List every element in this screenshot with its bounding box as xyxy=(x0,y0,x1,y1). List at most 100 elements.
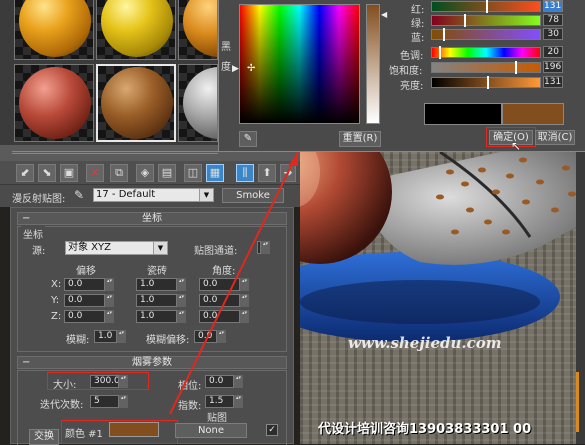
map-parameters-panel: − 坐标 坐标 源: 对象 XYZ ▼ 贴图通道: 1 偏移 瓷砖 角度: X:… xyxy=(10,207,294,445)
map-label: 漫反射贴图: xyxy=(12,194,66,205)
go-forward-to-sibling-icon[interactable]: ➜ xyxy=(280,164,296,182)
color1-swatch[interactable] xyxy=(109,422,159,437)
reset-button[interactable]: 重置(R) xyxy=(339,131,381,147)
tiling-z-spinner[interactable]: 1.0 xyxy=(136,310,186,323)
material-id-icon[interactable]: ◫ xyxy=(184,164,202,182)
channel-value-label: 亮度: xyxy=(400,81,424,92)
blackness-bar[interactable] xyxy=(366,4,380,124)
blur-spinner[interactable]: 1.0 xyxy=(94,330,126,343)
blur-offset-spinner[interactable]: 0.0 xyxy=(194,330,226,343)
hue-slider[interactable] xyxy=(431,47,541,58)
map-channel-label: 贴图通道: xyxy=(194,246,238,257)
coordinates-group: 坐标 源: 对象 XYZ ▼ 贴图通道: 1 偏移 瓷砖 角度: X: Y: Z… xyxy=(17,226,287,352)
sample-sphere xyxy=(183,67,217,139)
sample-slot-4[interactable] xyxy=(14,64,94,142)
green-slider[interactable] xyxy=(431,15,541,26)
get-material-icon[interactable]: ⬋ xyxy=(16,164,34,182)
channel-hue-label: 色调: xyxy=(400,51,424,62)
show-end-result-icon[interactable]: ⫼ xyxy=(236,164,254,182)
size-label: 大小: xyxy=(53,380,77,391)
green-value[interactable]: 78 xyxy=(543,14,563,26)
axis-x-label: X: xyxy=(51,279,62,290)
perspective-viewport[interactable]: www.shejiedu.com 代设计培训咨询13903833301 00 xyxy=(300,152,585,444)
blue-slider[interactable] xyxy=(431,29,541,40)
sample-slot-6[interactable] xyxy=(178,64,218,142)
color1-map-button[interactable]: None xyxy=(175,423,247,438)
map-channel-spinner[interactable]: 1 xyxy=(257,241,270,254)
sample-sphere xyxy=(19,0,91,57)
material-sample-slots xyxy=(0,0,218,145)
value-value[interactable]: 131 xyxy=(543,76,563,88)
viewport-render xyxy=(300,152,585,444)
cancel-button[interactable]: 取消(C) xyxy=(535,130,575,145)
exponent-spinner[interactable]: 1.5 xyxy=(205,395,243,408)
assign-to-selection-icon[interactable]: ▣ xyxy=(60,164,78,182)
copy-material-icon[interactable]: ⧉ xyxy=(110,164,128,182)
show-map-in-viewport-icon[interactable]: ▦ xyxy=(206,164,224,182)
blackness-label-1: 黑 xyxy=(221,42,231,53)
value-handle[interactable] xyxy=(487,76,489,89)
green-handle[interactable] xyxy=(464,14,466,27)
tiling-y-spinner[interactable]: 1.0 xyxy=(136,294,186,307)
source-dropdown[interactable]: 对象 XYZ ▼ xyxy=(65,241,168,255)
phase-label: 相位: xyxy=(178,381,202,392)
blur-label: 模糊: xyxy=(66,335,90,346)
offset-z-spinner[interactable]: 0.0 xyxy=(64,310,114,323)
blue-value[interactable]: 30 xyxy=(543,28,563,40)
swap-button[interactable]: 交换 xyxy=(29,429,59,445)
sample-sphere xyxy=(183,0,217,57)
phase-spinner[interactable]: 0.0 xyxy=(205,375,243,388)
value-slider[interactable] xyxy=(431,77,541,88)
smoke-params-rollout-header[interactable]: − 烟雾参数 xyxy=(17,356,287,369)
offset-y-spinner[interactable]: 0.0 xyxy=(64,294,114,307)
map-type-button[interactable]: Smoke xyxy=(222,188,284,203)
old-color-swatch xyxy=(424,103,502,125)
sample-slot-5-selected[interactable] xyxy=(96,64,176,142)
reset-map-icon[interactable]: ✕ xyxy=(86,164,104,182)
blue-handle[interactable] xyxy=(443,28,445,41)
hue-handle[interactable] xyxy=(439,46,441,59)
put-to-scene-icon[interactable]: ⬊ xyxy=(38,164,56,182)
collapse-minus-icon: − xyxy=(22,213,31,224)
picker-cursor-icon: ✢ xyxy=(247,63,256,74)
eyedropper-button[interactable]: ✎ xyxy=(239,131,257,147)
angle-label: 角度: xyxy=(212,266,236,277)
channel-red-label: 红: xyxy=(411,5,425,16)
sample-slot-3[interactable] xyxy=(178,0,218,60)
saturation-value[interactable]: 196 xyxy=(543,61,563,73)
blur-offset-label: 模糊偏移: xyxy=(146,335,190,346)
make-unique-icon[interactable]: ◈ xyxy=(136,164,154,182)
sample-slot-1[interactable] xyxy=(14,0,94,60)
tiling-label: 瓷砖 xyxy=(147,266,167,277)
sample-sphere xyxy=(19,67,91,139)
chevron-down-icon: ▼ xyxy=(153,242,167,254)
tiling-x-spinner[interactable]: 1.0 xyxy=(136,278,186,291)
saturation-handle[interactable] xyxy=(515,61,517,74)
coordinates-rollout-header[interactable]: − 坐标 xyxy=(17,212,287,225)
eyedropper-icon[interactable]: ✎ xyxy=(74,188,84,202)
angle-x-spinner[interactable]: 0.0 xyxy=(199,278,249,291)
red-handle[interactable] xyxy=(486,0,488,13)
collapse-minus-icon: − xyxy=(22,357,31,368)
map-name-dropdown[interactable]: 17 - Default ▼ xyxy=(93,188,214,202)
angle-y-spinner[interactable]: 0.0 xyxy=(199,294,249,307)
iterations-spinner[interactable]: 5 xyxy=(90,395,128,408)
go-to-parent-icon[interactable]: ⬆ xyxy=(258,164,276,182)
color1-map-checkbox[interactable]: ✓ xyxy=(266,424,278,436)
hue-value[interactable]: 20 xyxy=(543,46,563,58)
new-color-swatch xyxy=(502,103,564,125)
put-to-library-icon[interactable]: ▤ xyxy=(158,164,176,182)
red-value[interactable]: 131 xyxy=(543,0,563,12)
size-spinner[interactable]: 300.0 xyxy=(90,375,128,388)
axis-y-label: Y: xyxy=(51,295,60,306)
saturation-slider[interactable] xyxy=(431,62,541,73)
smoke-params-title: 烟雾参数 xyxy=(132,357,172,368)
offset-x-spinner[interactable]: 0.0 xyxy=(64,278,114,291)
source-value: 对象 XYZ xyxy=(68,242,111,253)
sample-slot-2[interactable] xyxy=(96,0,176,60)
angle-z-spinner[interactable]: 0.0 xyxy=(199,310,249,323)
hue-saturation-field[interactable] xyxy=(239,4,360,124)
sample-sphere xyxy=(101,67,173,139)
field-marker-icon: ▶ xyxy=(232,64,239,74)
blackness-label-2: 度 xyxy=(221,62,231,73)
